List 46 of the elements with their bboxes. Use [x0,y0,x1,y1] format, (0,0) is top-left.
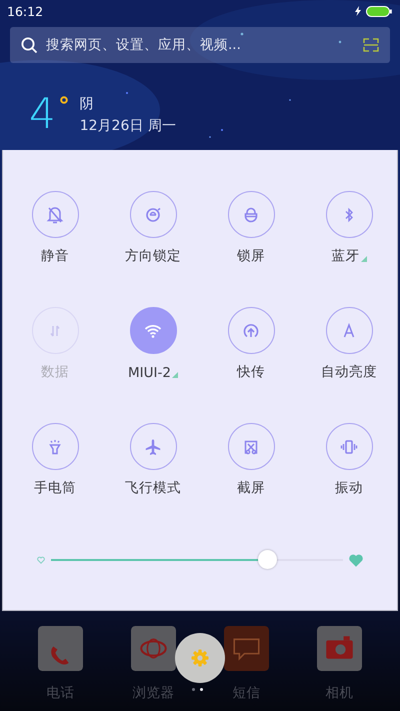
settings-icon [191,649,209,667]
app-label: 相机 [326,684,354,702]
toggle-label: 截屏 [237,479,265,497]
search-field[interactable]: 搜索网页、设置、应用、视频... [10,27,390,63]
weather-condition: 阴 [80,95,95,113]
toggle-button[interactable] [326,191,372,238]
app-label: 短信 [232,684,260,702]
app-label: 浏览器 [132,684,174,702]
toggle-label: 自动亮度 [321,363,377,381]
phone-icon[interactable] [38,626,83,671]
degree-icon [60,96,68,104]
toggle-label: 蓝牙 [332,247,360,265]
toggle-button[interactable] [228,191,274,238]
toggle-button[interactable] [130,191,176,238]
toggle-button[interactable] [326,423,372,470]
toggle-label: 方向锁定 [125,247,181,265]
page-dot[interactable] [192,688,195,691]
clock: 16:12 [7,4,44,18]
search-icon [21,36,38,54]
toggle-label: 数据 [41,363,69,381]
temperature: 4 [29,92,56,136]
date: 12月26日 周一 [80,117,176,135]
slider-thumb[interactable] [258,550,278,569]
charging-icon [355,6,361,16]
toggle-label: 飞行模式 [125,479,181,497]
toggle-label: 手电筒 [34,479,76,497]
toggle-label: 快传 [237,363,265,381]
app-label: 电话 [46,684,74,702]
page-dot[interactable] [200,688,203,691]
toggle-button[interactable] [228,423,274,470]
battery-icon [366,6,392,16]
camera-icon[interactable] [317,626,362,671]
toggle-label: MIUI-2 [128,365,171,381]
toggle-label: 振动 [335,479,363,497]
scan-icon[interactable] [363,38,379,52]
toggle-button[interactable] [130,423,176,470]
toggle-button[interactable] [228,307,274,354]
toggle-label: 锁屏 [237,247,265,265]
toggle-button[interactable] [326,307,372,354]
settings-button[interactable] [175,633,225,683]
toggle-label: 静音 [41,247,69,265]
toggle-button[interactable] [130,307,176,354]
small-heart-icon [37,556,45,564]
toggle-button[interactable] [32,191,78,238]
toggle-button[interactable] [32,423,78,470]
heart-icon [349,554,363,566]
